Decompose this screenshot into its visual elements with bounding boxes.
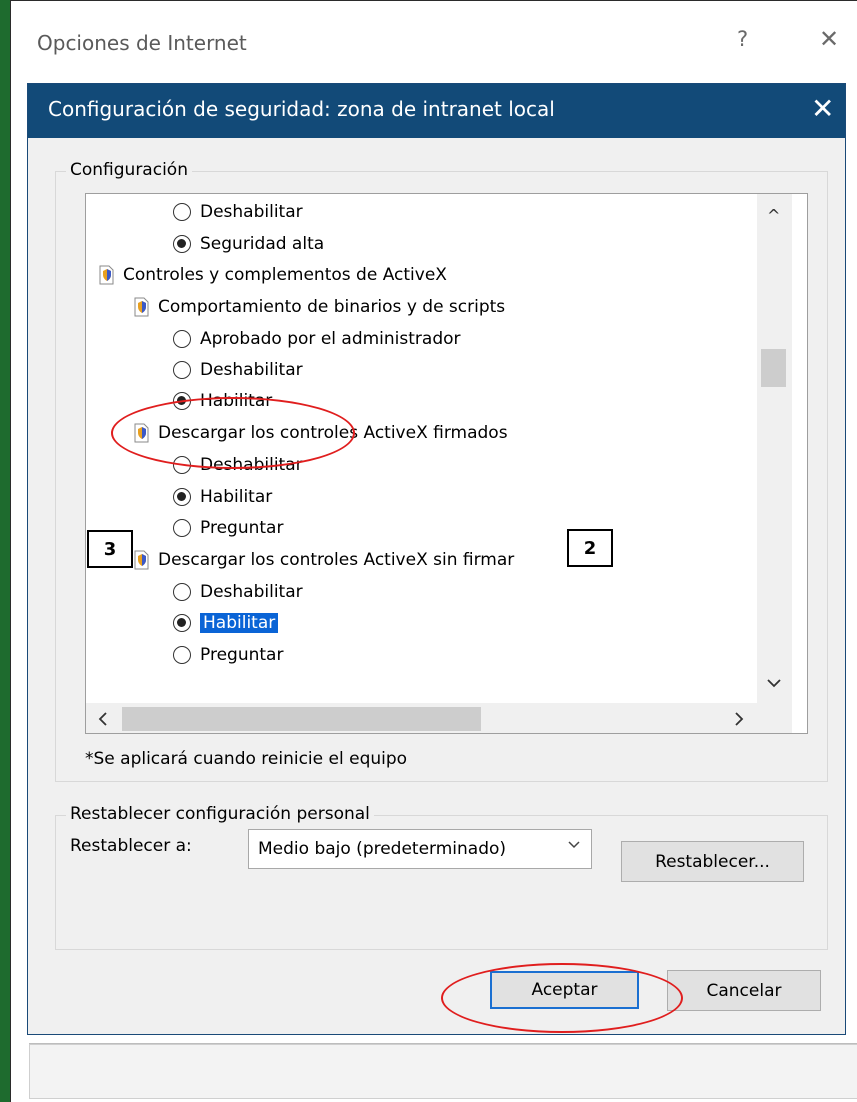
- highlight-ellipse-aceptar: [441, 963, 683, 1033]
- setting-option[interactable]: Preguntar: [173, 640, 283, 670]
- reset-level-value: Medio bajo (predeterminado): [258, 839, 507, 859]
- horizontal-scrollbar[interactable]: [86, 703, 792, 733]
- setting-option[interactable]: Seguridad alta: [173, 229, 324, 259]
- security-settings-dialog: Configuración de seguridad: zona de intr…: [27, 83, 846, 1035]
- cancel-button[interactable]: Cancelar: [667, 970, 821, 1011]
- radio-checked-icon[interactable]: [173, 235, 191, 253]
- radio-unchecked-icon[interactable]: [173, 646, 191, 664]
- reset-group-legend: Restablecer configuración personal: [66, 804, 374, 824]
- scroll-down-icon[interactable]: [767, 678, 781, 688]
- setting-category[interactable]: Descargar los controles ActiveX sin firm…: [133, 545, 514, 575]
- setting-label: Deshabilitar: [200, 202, 303, 222]
- settings-group-legend: Configuración: [66, 160, 192, 180]
- callout-2: 2: [567, 529, 613, 567]
- setting-option[interactable]: Habilitar: [173, 482, 272, 512]
- highlight-ellipse-habilitar: [111, 397, 355, 469]
- setting-category[interactable]: Comportamiento de binarios y de scripts: [133, 292, 505, 322]
- radio-unchecked-icon[interactable]: [173, 519, 191, 537]
- setting-label: Controles y complementos de ActiveX: [123, 265, 447, 285]
- setting-label: Comportamiento de binarios y de scripts: [158, 297, 506, 317]
- setting-option[interactable]: Habilitar: [173, 608, 279, 638]
- reset-button[interactable]: Restablecer...: [621, 841, 804, 882]
- setting-label: Habilitar: [200, 613, 279, 633]
- dialog-close-button[interactable]: ✕: [811, 92, 834, 125]
- setting-option[interactable]: Deshabilitar: [173, 577, 303, 607]
- radio-unchecked-icon[interactable]: [173, 330, 191, 348]
- vertical-scrollbar[interactable]: ^: [757, 194, 792, 715]
- activex-folder-icon: [133, 550, 149, 570]
- scroll-left-icon[interactable]: [98, 712, 108, 726]
- setting-option[interactable]: Preguntar: [173, 513, 283, 543]
- setting-label: Preguntar: [200, 645, 284, 665]
- setting-category[interactable]: Controles y complementos de ActiveX: [98, 260, 447, 290]
- radio-unchecked-icon[interactable]: [173, 361, 191, 379]
- outer-bottom-panel: [29, 1044, 857, 1099]
- scroll-right-icon[interactable]: [734, 712, 744, 726]
- scrollbar-corner: [757, 703, 792, 733]
- radio-checked-icon[interactable]: [173, 488, 191, 506]
- horizontal-scroll-thumb[interactable]: [122, 707, 481, 731]
- restart-note: *Se aplicará cuando reinicie el equipo: [85, 749, 408, 769]
- reset-level-select[interactable]: Medio bajo (predeterminado): [248, 829, 592, 869]
- activex-folder-icon: [98, 265, 114, 285]
- setting-category[interactable]: Permisos por componentes con manifiestos: [133, 194, 534, 196]
- setting-label: Deshabilitar: [200, 360, 303, 380]
- setting-label: Descargar los controles ActiveX sin firm…: [158, 550, 515, 570]
- vertical-scroll-thumb[interactable]: [761, 349, 786, 387]
- internet-options-title: Opciones de Internet: [37, 31, 247, 55]
- activex-folder-icon: [133, 297, 149, 317]
- callout-3: 3: [87, 530, 133, 568]
- setting-label: Deshabilitar: [200, 582, 303, 602]
- setting-label: Habilitar: [200, 487, 273, 507]
- help-button[interactable]: ?: [737, 27, 748, 51]
- radio-checked-icon[interactable]: [173, 614, 191, 632]
- chevron-down-icon: [568, 841, 580, 849]
- setting-option[interactable]: Aprobado por el administrador: [173, 324, 461, 354]
- dialog-title: Configuración de seguridad: zona de intr…: [48, 97, 555, 121]
- scroll-up-icon[interactable]: ^: [767, 206, 780, 225]
- dialog-titlebar: Configuración de seguridad: zona de intr…: [28, 84, 845, 138]
- background-edge: [0, 0, 10, 1102]
- setting-option[interactable]: Deshabilitar: [173, 355, 303, 385]
- setting-option[interactable]: Deshabilitar: [173, 197, 303, 227]
- radio-unchecked-icon[interactable]: [173, 203, 191, 221]
- reset-to-label: Restablecer a:: [70, 836, 192, 856]
- radio-unchecked-icon[interactable]: [173, 583, 191, 601]
- setting-label: Aprobado por el administrador: [200, 329, 461, 349]
- outer-close-button[interactable]: ✕: [819, 25, 839, 53]
- setting-label: Seguridad alta: [200, 234, 325, 254]
- setting-label: Preguntar: [200, 518, 284, 538]
